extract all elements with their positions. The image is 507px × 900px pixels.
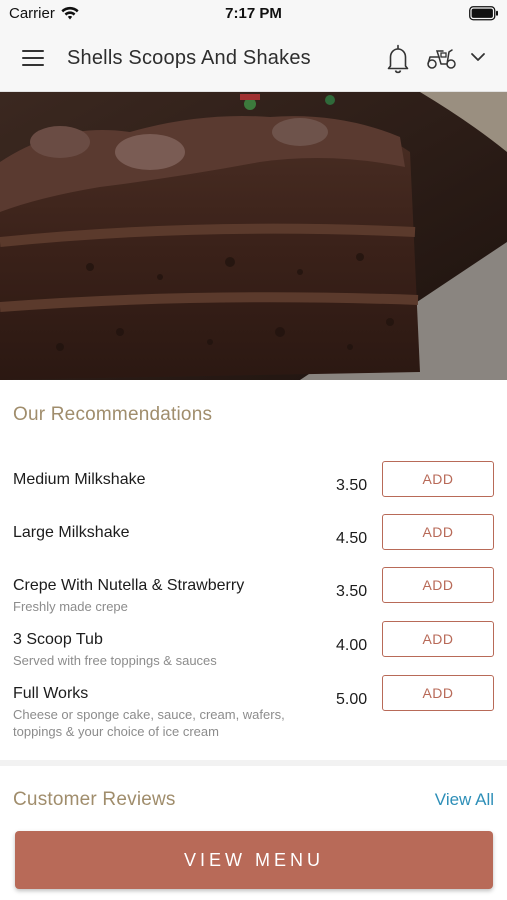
add-button[interactable]: ADD	[382, 621, 494, 657]
app-header: Shells Scoops And Shakes	[0, 28, 507, 92]
menu-item-name: Medium Milkshake	[13, 471, 146, 488]
recommendations-title: Our Recommendations	[13, 404, 213, 425]
reviews-title: Customer Reviews	[13, 789, 176, 810]
scooter-icon[interactable]	[426, 46, 458, 70]
section-divider	[0, 760, 507, 766]
menu-item-name: 3 Scoop Tub	[13, 631, 103, 648]
menu-icon[interactable]	[22, 50, 46, 70]
hero-image	[0, 92, 507, 380]
bell-icon[interactable]	[386, 44, 410, 74]
add-button[interactable]: ADD	[382, 675, 494, 711]
view-menu-button[interactable]: VIEW MENU	[15, 831, 493, 889]
status-bar: Carrier 7:17 PM	[0, 0, 507, 28]
battery-icon	[469, 6, 498, 21]
add-button[interactable]: ADD	[382, 567, 494, 603]
clock-time: 7:17 PM	[225, 5, 282, 22]
menu-item-price: 3.50	[336, 583, 368, 600]
add-button[interactable]: ADD	[382, 461, 494, 497]
menu-item-name: Crepe With Nutella & Strawberry	[13, 577, 245, 594]
add-button[interactable]: ADD	[382, 514, 494, 550]
page-title: Shells Scoops And Shakes	[67, 47, 311, 69]
view-all-link[interactable]: View All	[435, 790, 494, 810]
chevron-down-icon[interactable]	[470, 51, 486, 63]
cake-illustration	[0, 92, 507, 380]
menu-item-name: Full Works	[13, 685, 89, 702]
menu-item-description: Served with free toppings & sauces	[13, 653, 217, 668]
menu-item-price: 5.00	[336, 691, 368, 708]
menu-item-description: Cheese or sponge cake, sauce, cream, waf…	[13, 707, 285, 739]
menu-item-price: 4.50	[336, 530, 368, 547]
menu-item-name: Large Milkshake	[13, 524, 130, 541]
menu-item-description: Freshly made crepe	[13, 599, 128, 614]
menu-item-price: 4.00	[336, 637, 368, 654]
menu-item-price: 3.50	[336, 477, 368, 494]
